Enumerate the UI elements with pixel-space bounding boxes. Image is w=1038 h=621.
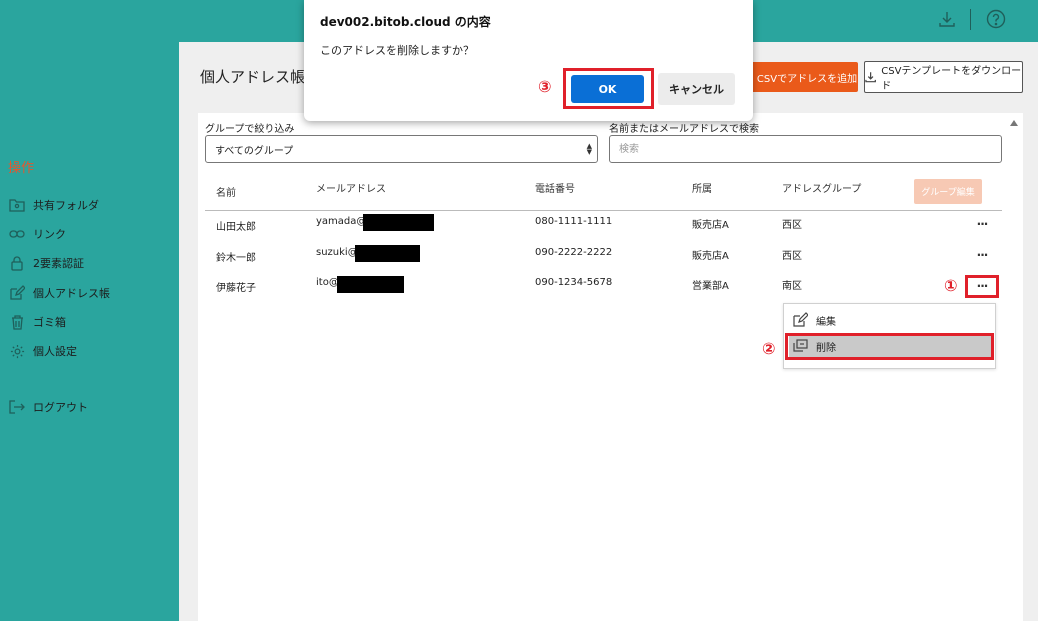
lock-icon xyxy=(9,255,25,271)
row-department: 営業部A xyxy=(692,281,729,292)
sidebar-item-link[interactable]: リンク xyxy=(9,224,66,244)
sidebar-item-address-book[interactable]: 個人アドレス帳 xyxy=(9,283,110,303)
row-email: yamada@ xyxy=(316,216,367,227)
sidebar-item-2fa[interactable]: 2要素認証 xyxy=(9,253,84,273)
row-phone: 080-1111-1111 xyxy=(535,216,613,227)
logout-icon xyxy=(9,399,25,415)
table-header-divider xyxy=(205,210,1002,211)
row-name: 鈴木一郎 xyxy=(216,253,256,264)
row-group: 西区 xyxy=(782,251,802,262)
cancel-button[interactable]: キャンセル xyxy=(658,73,735,105)
sidebar-item-trash[interactable]: ゴミ箱 xyxy=(9,312,66,332)
select-arrows-icon: ▲ ▼ xyxy=(586,142,592,156)
context-menu-edit-label: 編集 xyxy=(816,316,836,328)
sidebar-item-label: 個人アドレス帳 xyxy=(33,287,110,300)
context-menu-edit[interactable]: 編集 xyxy=(792,309,836,331)
group-filter-select[interactable]: すべてのグループ ▲ ▼ xyxy=(205,135,598,163)
sidebar-item-logout[interactable]: ログアウト xyxy=(9,397,88,417)
edit-icon xyxy=(9,285,25,301)
row-phone: 090-2222-2222 xyxy=(535,247,613,258)
csv-template-download-button[interactable]: CSVテンプレートをダウンロード xyxy=(864,61,1023,93)
step-2-highlight xyxy=(785,333,994,360)
group-filter-label: グループで絞り込み xyxy=(205,124,295,135)
row-department: 販売店A xyxy=(692,220,729,231)
edit-icon xyxy=(793,312,808,327)
row-name: 伊藤花子 xyxy=(216,283,256,294)
sidebar-item-label: ゴミ箱 xyxy=(33,316,66,329)
download-icon[interactable] xyxy=(936,8,958,30)
sidebar-item-label: 2要素認証 xyxy=(33,257,84,270)
folder-icon xyxy=(9,197,25,213)
header-phone: 電話番号 xyxy=(535,184,575,195)
redaction-bar xyxy=(337,276,404,293)
row-group: 西区 xyxy=(782,220,802,231)
gear-icon xyxy=(9,343,25,359)
help-icon[interactable] xyxy=(985,8,1007,30)
group-edit-button[interactable]: グループ編集 xyxy=(914,179,982,204)
row-phone: 090-1234-5678 xyxy=(535,277,613,288)
redaction-bar xyxy=(363,214,434,231)
dialog-message: このアドレスを削除しますか？ xyxy=(320,44,474,57)
header-department: 所属 xyxy=(692,184,712,195)
download-icon xyxy=(865,72,876,83)
topbar-divider xyxy=(970,9,971,30)
row-name: 山田太郎 xyxy=(216,222,256,233)
sidebar-heading: 操作 xyxy=(8,161,35,176)
link-icon xyxy=(9,226,25,242)
sidebar xyxy=(0,0,179,621)
sidebar-item-shared-folder[interactable]: 共有フォルダ xyxy=(9,195,99,215)
search-input[interactable] xyxy=(609,135,1002,163)
sidebar-item-label: 共有フォルダ xyxy=(33,199,99,212)
header-address-group: アドレスグループ xyxy=(782,184,862,195)
row-group: 南区 xyxy=(782,281,802,292)
row-department: 販売店A xyxy=(692,251,729,262)
row-email: ito@ xyxy=(316,277,339,288)
scroll-up-arrow-icon[interactable] xyxy=(1010,120,1018,126)
sidebar-item-label: 個人設定 xyxy=(33,345,77,358)
redaction-bar xyxy=(355,245,420,262)
sidebar-item-settings[interactable]: 個人設定 xyxy=(9,341,77,361)
row-email: suzuki@ xyxy=(316,247,358,258)
step-3-label: ③ xyxy=(538,77,552,96)
search-label: 名前またはメールアドレスで検索 xyxy=(609,124,759,135)
trash-icon xyxy=(9,314,25,330)
sidebar-item-label: リンク xyxy=(33,228,66,241)
ok-button[interactable]: OK xyxy=(571,75,644,103)
step-1-label: ① xyxy=(944,276,958,295)
group-filter-value: すべてのグループ xyxy=(215,145,294,157)
row-more-button[interactable]: ··· xyxy=(974,248,990,262)
dialog-title: dev002.bitob.cloud の内容 xyxy=(320,15,491,29)
csv-add-button[interactable]: CSVでアドレスを追加 xyxy=(740,62,858,92)
sidebar-item-label: ログアウト xyxy=(33,401,88,414)
header-email: メールアドレス xyxy=(316,184,386,195)
csv-template-label: CSVテンプレートをダウンロード xyxy=(881,66,1022,92)
header-name: 名前 xyxy=(216,188,236,199)
page-title: 個人アドレス帳 xyxy=(200,68,306,86)
row-more-button[interactable]: ··· xyxy=(974,217,990,231)
step-1-highlight xyxy=(965,275,999,298)
step-2-label: ② xyxy=(762,339,776,358)
